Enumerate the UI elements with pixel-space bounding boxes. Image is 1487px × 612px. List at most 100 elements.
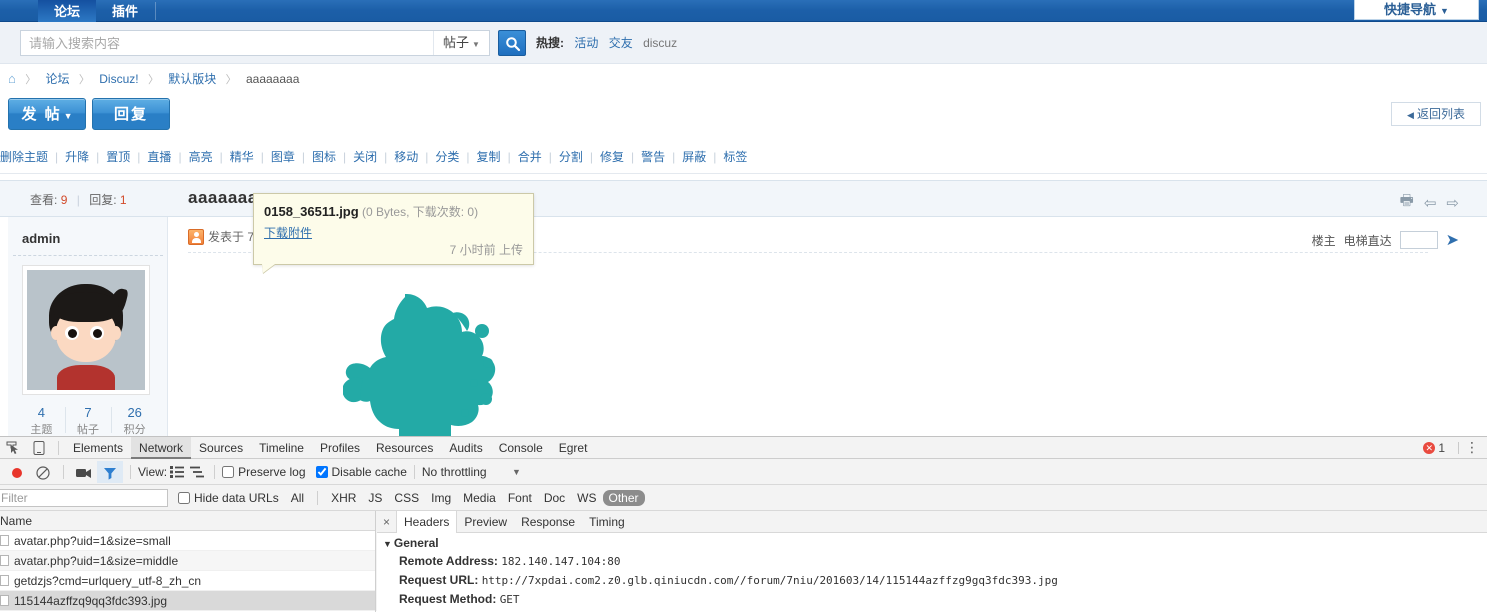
list-view-icon[interactable] bbox=[167, 461, 187, 483]
detail-tab-preview[interactable]: Preview bbox=[457, 511, 514, 533]
devtools-tab-egret[interactable]: Egret bbox=[551, 437, 596, 459]
network-request-list[interactable]: Name avatar.php?uid=1&size=small avatar.… bbox=[0, 511, 376, 612]
hot-word-1[interactable]: 交友 bbox=[609, 36, 633, 50]
modbar-item-11[interactable]: 复制 bbox=[477, 150, 501, 164]
modbar-item-2[interactable]: 置顶 bbox=[106, 150, 130, 164]
error-count-badge[interactable]: ✕ 1 bbox=[1423, 441, 1445, 455]
author-username[interactable]: admin bbox=[22, 231, 60, 246]
filter-type-css[interactable]: CSS bbox=[388, 490, 425, 506]
waterfall-view-icon[interactable] bbox=[187, 461, 207, 483]
hide-data-urls-input[interactable] bbox=[178, 491, 190, 504]
filter-type-all[interactable]: All bbox=[285, 490, 310, 506]
preserve-log-input[interactable] bbox=[222, 465, 235, 478]
quick-navigation-button[interactable]: 快捷导航 ▼ bbox=[1354, 0, 1479, 20]
modbar-item-0[interactable]: 删除主题 bbox=[0, 150, 48, 164]
devtools-tab-console[interactable]: Console bbox=[491, 437, 551, 459]
attachment-meta: (0 Bytes, 下载次数: 0) bbox=[362, 205, 479, 219]
modbar-item-14[interactable]: 修复 bbox=[600, 150, 624, 164]
devtools-tab-elements[interactable]: Elements bbox=[65, 437, 131, 459]
modbar-item-4[interactable]: 高亮 bbox=[189, 150, 213, 164]
modbar-item-16[interactable]: 屏蔽 bbox=[682, 150, 706, 164]
filter-type-js[interactable]: JS bbox=[362, 490, 388, 506]
modbar-item-13[interactable]: 分割 bbox=[559, 150, 583, 164]
table-row[interactable]: 115144azffzq9qq3fdc393.jpg bbox=[0, 591, 375, 611]
throttling-selector[interactable]: No throttling bbox=[422, 465, 487, 479]
hide-data-urls-checkbox[interactable]: Hide data URLs bbox=[178, 491, 279, 505]
modbar-item-3[interactable]: 直播 bbox=[147, 150, 171, 164]
next-arrow-icon[interactable]: ⇨ bbox=[1446, 194, 1459, 212]
devtools-tab-network[interactable]: Network bbox=[131, 436, 192, 459]
detail-tab-timing[interactable]: Timing bbox=[582, 511, 632, 533]
general-section-header[interactable]: ▼ General bbox=[377, 533, 1487, 552]
modbar-item-5[interactable]: 精华 bbox=[230, 150, 254, 164]
preserve-log-checkbox[interactable]: Preserve log bbox=[222, 465, 306, 479]
modbar-item-8[interactable]: 关闭 bbox=[353, 150, 377, 164]
network-column-header-name[interactable]: Name bbox=[0, 511, 375, 531]
devtools-tab-profiles[interactable]: Profiles bbox=[312, 437, 368, 459]
modbar-item-9[interactable]: 移动 bbox=[394, 150, 418, 164]
stat-points[interactable]: 26 积分 bbox=[111, 405, 158, 437]
print-icon[interactable]: 🖶 bbox=[1400, 190, 1414, 215]
filter-type-media[interactable]: Media bbox=[457, 490, 502, 506]
clear-icon[interactable] bbox=[30, 461, 56, 483]
search-type-selector[interactable]: 帖子 ▼ bbox=[433, 31, 489, 55]
filter-icon[interactable] bbox=[97, 460, 123, 483]
stat-points-label: 积分 bbox=[123, 424, 146, 436]
camera-icon[interactable] bbox=[71, 461, 97, 483]
filter-input[interactable] bbox=[0, 488, 168, 507]
top-nav-tab-plugin[interactable]: 插件 bbox=[96, 0, 154, 22]
hot-word-2[interactable]: discuz bbox=[643, 36, 677, 50]
table-row[interactable]: avatar.php?uid=1&size=middle bbox=[0, 551, 375, 571]
filter-type-other[interactable]: Other bbox=[602, 489, 645, 506]
download-attachment-link[interactable]: 下载附件 bbox=[264, 224, 312, 241]
search-input[interactable] bbox=[21, 31, 433, 55]
stat-posts[interactable]: 7 帖子 bbox=[64, 405, 112, 437]
breadcrumb-item-default-board[interactable]: 默认版块 bbox=[168, 72, 216, 86]
modbar-item-10[interactable]: 分类 bbox=[435, 150, 459, 164]
breadcrumb-item-forum[interactable]: 论坛 bbox=[46, 72, 70, 86]
modbar-item-17[interactable]: 标签 bbox=[723, 150, 747, 164]
devtools-tab-sources[interactable]: Sources bbox=[191, 437, 251, 459]
floor-label[interactable]: 楼主 bbox=[1312, 232, 1336, 249]
avatar[interactable] bbox=[22, 265, 150, 395]
detail-tab-headers[interactable]: Headers bbox=[396, 511, 458, 533]
close-icon[interactable]: × bbox=[377, 515, 396, 529]
table-row[interactable]: getdzjs?cmd=urlquery_utf-8_zh_cn bbox=[0, 571, 375, 591]
hot-word-0[interactable]: 活动 bbox=[574, 36, 598, 50]
filter-type-font[interactable]: Font bbox=[502, 490, 538, 506]
devtools-tab-audits[interactable]: Audits bbox=[441, 437, 490, 459]
elevator-input[interactable] bbox=[1399, 231, 1438, 249]
device-toolbar-icon[interactable] bbox=[26, 437, 52, 459]
filter-type-img[interactable]: Img bbox=[425, 490, 457, 506]
reply-button[interactable]: 回复 bbox=[92, 98, 170, 130]
prev-arrow-icon[interactable]: ⇦ bbox=[1424, 194, 1437, 212]
disable-cache-checkbox[interactable]: Disable cache bbox=[315, 465, 407, 479]
back-to-list-button[interactable]: ◀ 返回列表 bbox=[1391, 102, 1481, 126]
breadcrumb: ⌂ 〉 论坛 〉 Discuz! 〉 默认版块 〉 aaaaaaaa bbox=[0, 64, 1487, 94]
header-field-remote-address: Remote Address: 182.140.147.104:80 bbox=[377, 552, 1487, 571]
modbar-item-1[interactable]: 升降 bbox=[65, 150, 89, 164]
disable-cache-input[interactable] bbox=[315, 465, 328, 478]
chevron-down-icon[interactable]: ▼ bbox=[512, 467, 521, 477]
filter-type-doc[interactable]: Doc bbox=[538, 490, 571, 506]
filter-type-xhr[interactable]: XHR bbox=[325, 490, 362, 506]
search-button[interactable] bbox=[498, 30, 526, 56]
modbar-item-15[interactable]: 警告 bbox=[641, 150, 665, 164]
devtools-more-menu-icon[interactable]: ⋮ bbox=[1465, 440, 1479, 454]
table-row[interactable]: avatar.php?uid=1&size=small bbox=[0, 531, 375, 551]
filter-type-ws[interactable]: WS bbox=[571, 490, 602, 506]
modbar-item-6[interactable]: 图章 bbox=[271, 150, 295, 164]
devtools-tab-resources[interactable]: Resources bbox=[368, 437, 441, 459]
home-icon[interactable]: ⌂ bbox=[8, 71, 16, 86]
modbar-item-7[interactable]: 图标 bbox=[312, 150, 336, 164]
devtools-tab-timeline[interactable]: Timeline bbox=[251, 437, 312, 459]
go-arrow-icon[interactable]: ➤ bbox=[1446, 230, 1459, 250]
top-nav-tab-forum[interactable]: 论坛 bbox=[38, 0, 97, 22]
stat-threads[interactable]: 4 主题 bbox=[18, 405, 65, 437]
new-post-button[interactable]: 发 帖 ▼ bbox=[8, 98, 86, 130]
detail-tab-response[interactable]: Response bbox=[514, 511, 582, 533]
modbar-item-12[interactable]: 合并 bbox=[518, 150, 542, 164]
record-icon[interactable] bbox=[4, 461, 30, 483]
breadcrumb-item-discuz[interactable]: Discuz! bbox=[99, 72, 138, 86]
inspect-icon[interactable] bbox=[0, 437, 26, 459]
